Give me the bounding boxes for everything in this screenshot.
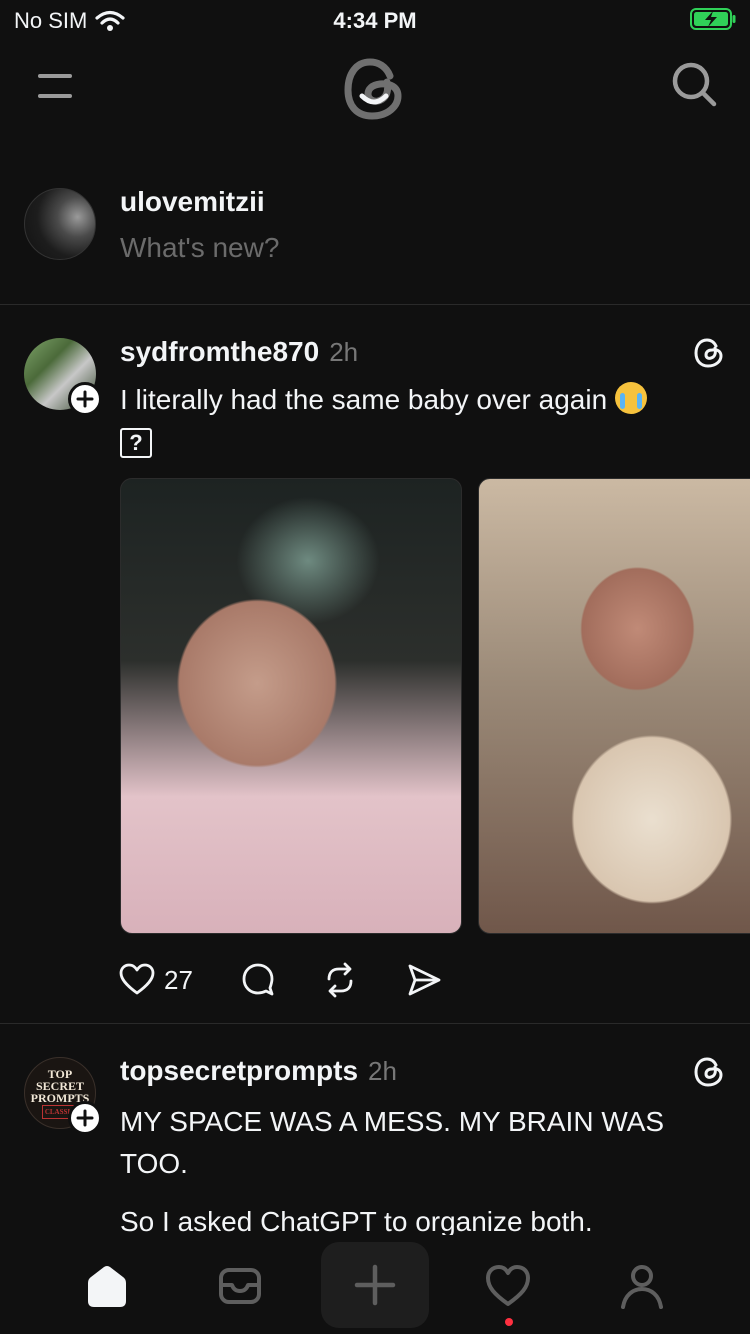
- tab-inbox[interactable]: [210, 1256, 270, 1316]
- post-author[interactable]: sydfromthe870: [120, 336, 319, 368]
- activity-heart-icon: [486, 1265, 530, 1306]
- like-button[interactable]: 27: [118, 960, 239, 1000]
- follow-button[interactable]: [68, 382, 102, 416]
- feed-post[interactable]: TOP SECRET PROMPTS CLASSIC topsecretprom…: [0, 1025, 750, 1235]
- threads-icon[interactable]: [692, 1055, 726, 1089]
- post-timestamp: 2h: [368, 1056, 397, 1086]
- share-button[interactable]: [405, 960, 443, 1000]
- post-text-content: I literally had the same baby over again: [120, 384, 608, 415]
- threads-logo-icon[interactable]: [340, 54, 410, 124]
- threads-icon[interactable]: [692, 336, 726, 370]
- post-photo[interactable]: [120, 478, 462, 934]
- post-author-line: sydfromthe870 2h: [120, 336, 358, 368]
- comment-icon: [242, 963, 274, 996]
- post-author-line: topsecretprompts 2h: [120, 1055, 397, 1087]
- follow-button[interactable]: [68, 1101, 102, 1135]
- post-photo[interactable]: [478, 478, 750, 934]
- inbox-icon: [219, 1268, 261, 1304]
- crying-face-icon: [615, 382, 648, 414]
- post-actions: 27: [118, 960, 443, 1000]
- composer-placeholder[interactable]: What's new?: [120, 232, 279, 264]
- clock: 4:34 PM: [333, 8, 417, 33]
- top-nav: [0, 48, 750, 128]
- post-author[interactable]: topsecretprompts: [120, 1055, 358, 1087]
- plus-icon: [76, 1109, 94, 1127]
- avatar-text: TOP: [47, 1066, 73, 1081]
- feed-post[interactable]: sydfromthe870 2h I literally had the sam…: [0, 306, 750, 1024]
- compose-icon: [354, 1264, 396, 1306]
- post-text: MY SPACE WAS A MESS. MY BRAIN WAS TOO.: [120, 1106, 665, 1179]
- status-bar: No SIM 4:34 PM: [0, 0, 750, 40]
- repost-icon: [327, 962, 353, 998]
- tab-profile[interactable]: [612, 1256, 672, 1316]
- heart-icon: [119, 963, 155, 995]
- post-timestamp: 2h: [329, 337, 359, 367]
- media-carousel[interactable]: [120, 478, 750, 934]
- plus-icon: [76, 390, 94, 408]
- tab-home[interactable]: [77, 1256, 137, 1316]
- post-text: So I asked ChatGPT to organize both.: [120, 1206, 593, 1235]
- search-icon[interactable]: [668, 58, 720, 110]
- new-thread-composer[interactable]: ulovemitzii What's new?: [0, 180, 750, 305]
- like-count: 27: [164, 964, 193, 995]
- notification-dot: [505, 1318, 513, 1326]
- bottom-tab-bar: [0, 1236, 750, 1334]
- composer-username: ulovemitzii: [120, 186, 265, 217]
- post-text: I literally had the same baby over again: [120, 382, 720, 417]
- avatar-text: SECRET: [35, 1078, 85, 1093]
- unknown-glyph: ?: [120, 428, 152, 458]
- send-icon: [408, 964, 441, 996]
- battery-charging-icon: [690, 8, 736, 30]
- repost-button[interactable]: [321, 960, 359, 1000]
- profile-icon: [621, 1265, 663, 1309]
- avatar[interactable]: [24, 188, 96, 260]
- menu-icon[interactable]: [34, 66, 78, 110]
- home-icon: [88, 1266, 126, 1307]
- comment-button[interactable]: [239, 960, 277, 1000]
- tab-compose[interactable]: [321, 1242, 429, 1328]
- tab-activity[interactable]: [478, 1256, 538, 1316]
